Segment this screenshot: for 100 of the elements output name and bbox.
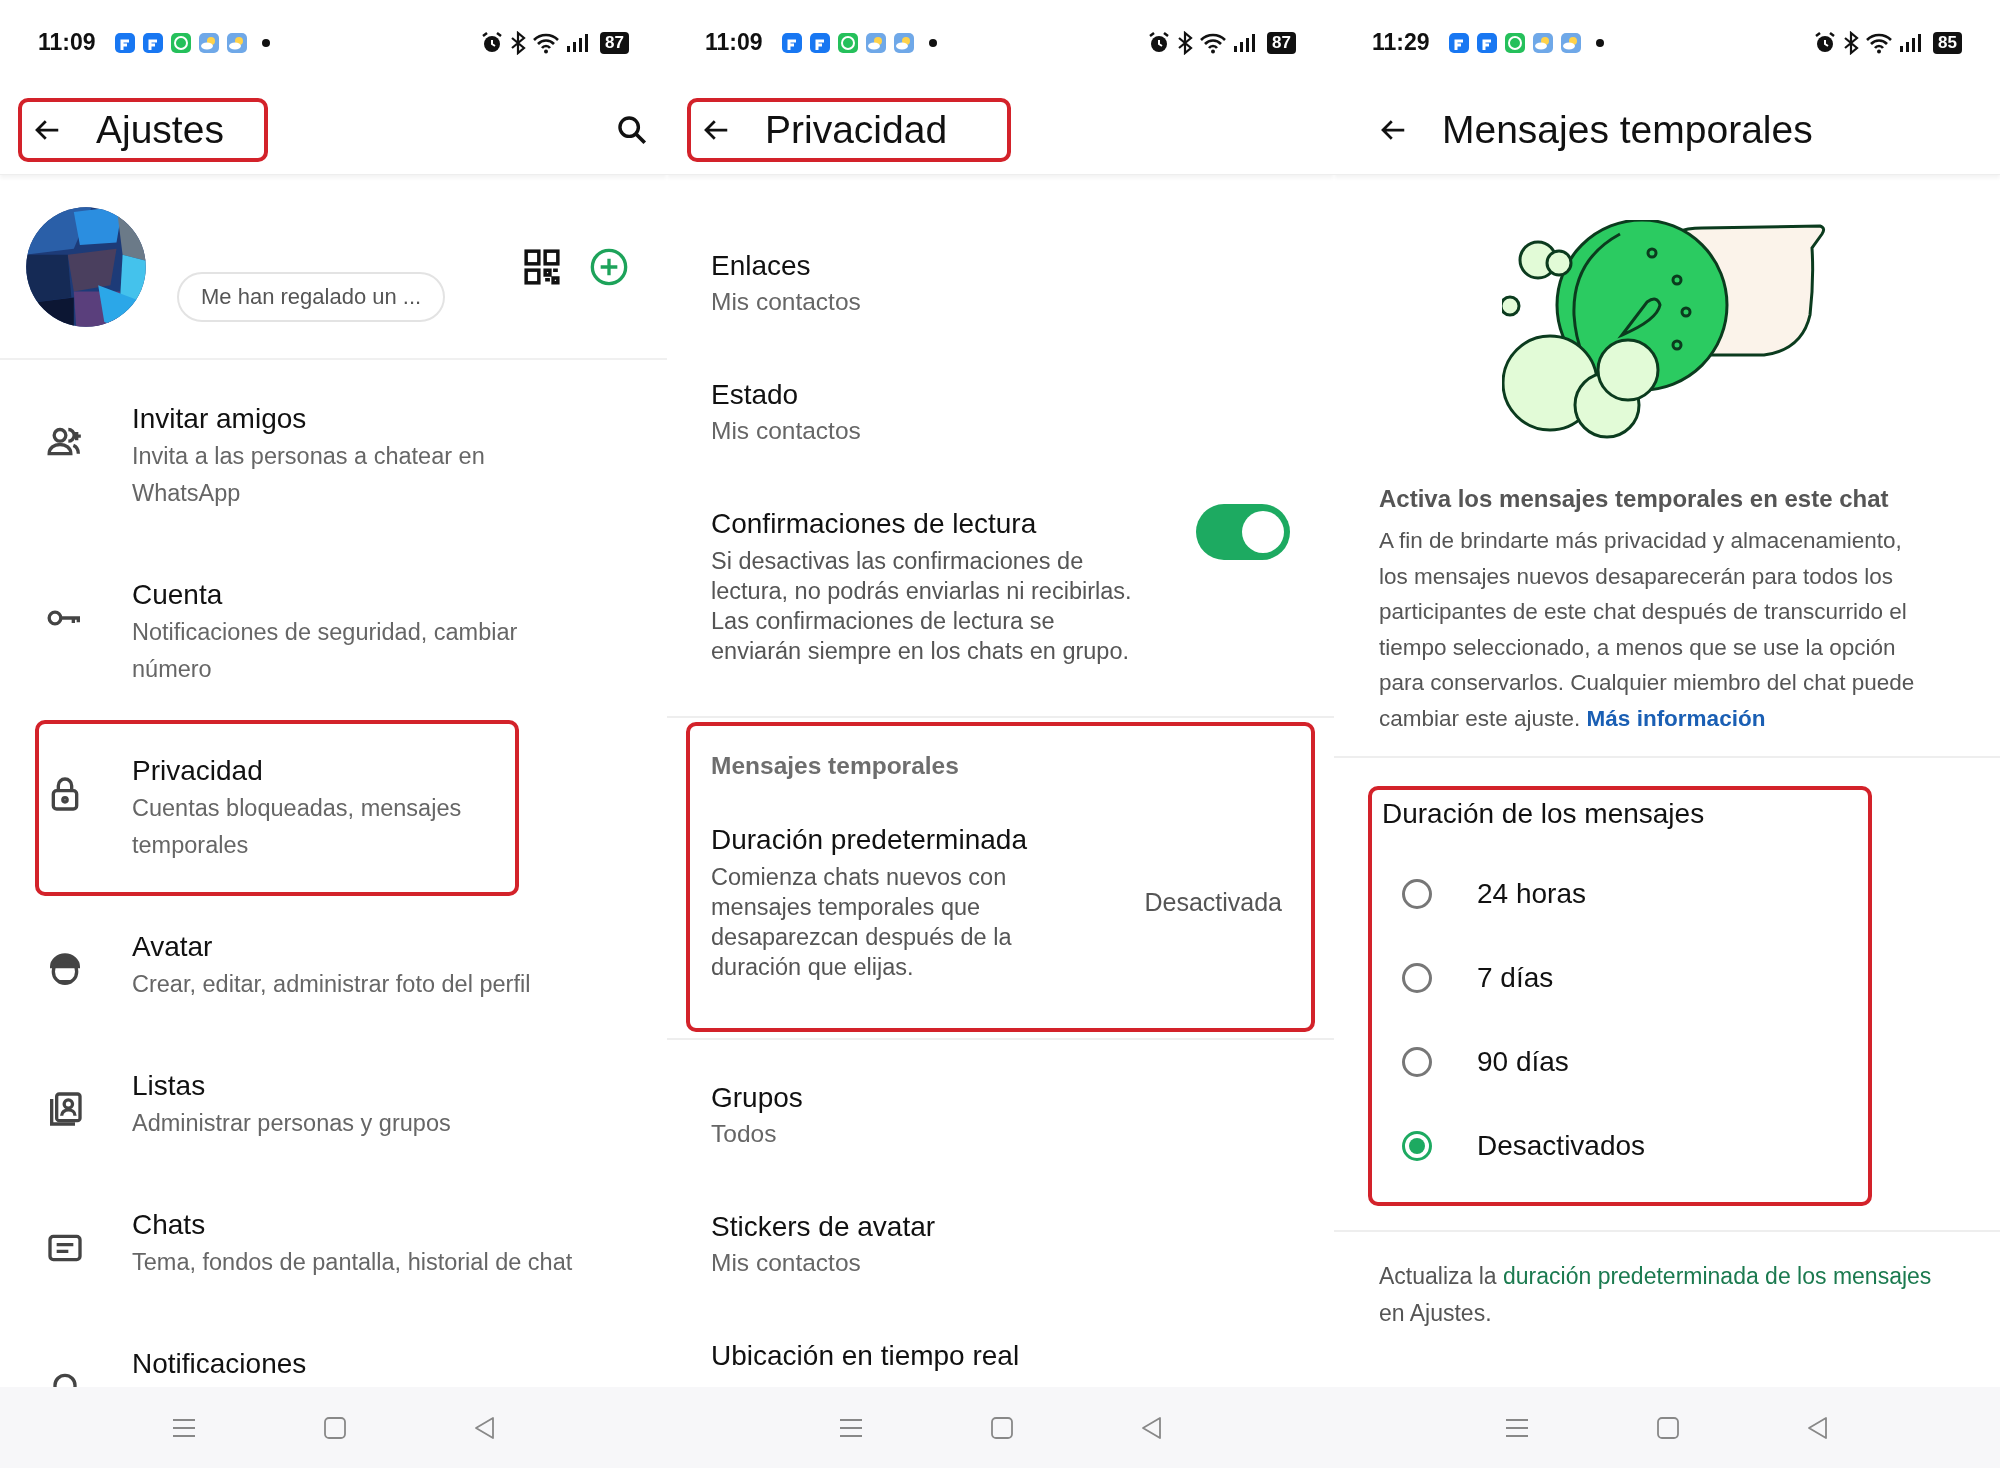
item-title: Invitar amigos xyxy=(132,402,308,436)
signal-icon xyxy=(1899,32,1924,53)
cloud-sun-icon xyxy=(197,31,220,54)
battery-indicator: 85 xyxy=(1933,31,1962,54)
screen-title: Privacidad xyxy=(765,107,948,152)
wifi-icon xyxy=(1865,31,1894,54)
app-notification-icon xyxy=(1475,31,1498,54)
item-title: Avatar xyxy=(132,930,214,964)
item-title: Confirmaciones de lectura xyxy=(711,507,1038,541)
dot-icon xyxy=(1595,38,1604,47)
privacy-item[interactable]: Enlaces Mis contactos xyxy=(667,224,1334,353)
default-duration-link[interactable]: duración predeterminada de los mensajes xyxy=(1503,1263,1932,1289)
option-label: 24 horas xyxy=(1477,878,1586,910)
item-subtitle: Crear, editar, administrar foto del perfil xyxy=(132,970,531,999)
item-description: Si desactivas las confirmaciones de lectura, no podrás enviarlas ni recibirlas. Las confirmaciones de lectura se enviarán siempre en los chats en grupo. xyxy=(711,547,1133,666)
item-subtitle: Invita a las personas a chatear en WhatsApp xyxy=(132,442,486,508)
signal-icon xyxy=(566,32,591,53)
radio-option[interactable]: 7 días xyxy=(1382,936,1868,1020)
settings-item[interactable]: Avatar Crear, editar, administrar foto del perfil xyxy=(35,896,535,1035)
item-value: Desactivada xyxy=(1144,887,1282,917)
chat-app-icon xyxy=(836,31,859,54)
privacy-item[interactable]: Estado Mis contactos xyxy=(667,353,1334,482)
section-heading: Mensajes temporales xyxy=(711,752,960,780)
item-subtitle: Cuentas bloqueadas, mensajes temporales xyxy=(132,794,463,860)
wifi-icon xyxy=(1199,31,1228,54)
item-title: Grupos xyxy=(711,1081,804,1115)
app-notification-icon xyxy=(141,31,164,54)
item-subtitle: Mis contactos xyxy=(711,287,862,317)
item-title: Stickers de avatar xyxy=(711,1210,937,1244)
settings-item[interactable]: Invitar amigos Invita a las personas a chatear en WhatsApp xyxy=(35,368,586,544)
footer-text: Actualiza la duración predeterminada de los mensajes en Ajustes. xyxy=(1334,1230,2000,1332)
chat-app-icon xyxy=(169,31,192,54)
status-time: 11:29 xyxy=(1372,29,1430,56)
app-notification-icon xyxy=(780,31,803,54)
home-icon[interactable] xyxy=(321,1414,348,1441)
item-subtitle: Notificaciones de seguridad, cambiar número xyxy=(132,618,519,684)
item-title: Cuenta xyxy=(132,578,224,612)
privacy-item[interactable]: Duración predeterminada Comienza chats nuevos con mensajes temporales que desaparezcan después de la duración que elijas. Desactivada xyxy=(711,822,1290,982)
more-info-link[interactable]: Más información xyxy=(1586,705,1766,731)
item-title: Enlaces xyxy=(711,249,812,283)
status-time: 11:09 xyxy=(705,29,763,56)
item-description: Comienza chats nuevos con mensajes temporales que desaparezcan después de la duración que elijas. xyxy=(711,863,1013,982)
toggle-switch[interactable] xyxy=(1196,504,1290,560)
bluetooth-icon xyxy=(510,30,527,55)
settings-item[interactable]: Listas Administrar personas y grupos xyxy=(35,1035,455,1174)
status-time: 11:09 xyxy=(38,29,96,56)
description-text: A fin de brindarte más privacidad y almacenamiento, los mensajes nuevos desaparecerán para todos los participantes de este chat después de transcurrido el tiempo seleccionado, a menos que se use la opción para conservarlos. Cualquier miembro del chat puede cambiar este ajuste. Más información xyxy=(1334,523,2000,758)
radio-option[interactable]: 90 días xyxy=(1382,1020,1868,1104)
privacy-item[interactable]: Confirmaciones de lectura Si desactivas las confirmaciones de lectura, no podrás enviarlas ni recibirlas. Las confirmaciones de lectura se enviarán siempre en los chats en grupo. xyxy=(667,482,1334,718)
item-title: Chats xyxy=(132,1208,207,1242)
dot-icon xyxy=(928,38,937,47)
item-title: Notificaciones xyxy=(132,1347,307,1381)
radio-button[interactable] xyxy=(1402,963,1432,993)
cloud-sun-icon xyxy=(892,31,915,54)
bluetooth-icon xyxy=(1177,30,1194,55)
app-notification-icon xyxy=(113,31,136,54)
add-icon[interactable] xyxy=(589,246,629,287)
item-subtitle: Tema, fondos de pantalla, historial de chat xyxy=(132,1248,573,1277)
radio-option[interactable]: 24 horas xyxy=(1382,852,1868,936)
cloud-sun-icon xyxy=(225,31,248,54)
item-subtitle: Mis contactos xyxy=(711,416,862,446)
battery-indicator: 87 xyxy=(600,31,629,54)
dot-icon xyxy=(261,38,270,47)
cloud-sun-icon xyxy=(864,31,887,54)
item-title: Duración predeterminada xyxy=(711,823,1028,857)
item-subtitle: Mis contactos xyxy=(711,1248,862,1278)
settings-item[interactable]: Cuenta Notificaciones de seguridad, cambiar número xyxy=(35,544,586,720)
item-subtitle: Administrar personas y grupos xyxy=(132,1109,451,1138)
home-icon[interactable] xyxy=(1655,1414,1681,1441)
radio-button[interactable] xyxy=(1402,1131,1432,1161)
battery-indicator: 87 xyxy=(1267,31,1296,54)
signal-icon xyxy=(1233,32,1258,53)
screen-title: Mensajes temporales xyxy=(1442,107,1813,152)
radio-button[interactable] xyxy=(1402,879,1432,909)
qr-code-icon[interactable] xyxy=(523,247,561,286)
bluetooth-icon xyxy=(1843,30,1860,55)
status-chip[interactable]: Me han regalado un ... xyxy=(177,271,446,322)
item-title: Listas xyxy=(132,1069,207,1103)
section-heading: Activa los mensajes temporales en este chat xyxy=(1378,485,1890,513)
item-title: Ubicación en tiempo real xyxy=(711,1339,1021,1373)
settings-item[interactable]: Privacidad Cuentas bloqueadas, mensajes temporales xyxy=(35,720,519,896)
settings-item[interactable]: Notificaciones xyxy=(35,1313,311,1387)
privacy-item[interactable]: Ubicación en tiempo real xyxy=(667,1314,1334,1387)
settings-item[interactable]: Chats Tema, fondos de pantalla, historial de chat xyxy=(35,1174,577,1313)
item-title: Privacidad xyxy=(132,754,264,788)
radio-button[interactable] xyxy=(1402,1047,1432,1077)
cloud-sun-icon xyxy=(1531,31,1554,54)
item-subtitle: Todos xyxy=(711,1119,778,1149)
wifi-icon xyxy=(532,31,561,54)
app-notification-icon xyxy=(1447,31,1470,54)
home-icon[interactable] xyxy=(988,1414,1015,1441)
cloud-sun-icon xyxy=(1559,31,1582,54)
option-label: 7 días xyxy=(1477,962,1554,994)
chat-app-icon xyxy=(1503,31,1526,54)
app-notification-icon xyxy=(808,31,831,54)
duration-title: Duración de los mensajes xyxy=(1382,798,1706,830)
option-label: 90 días xyxy=(1477,1046,1569,1078)
privacy-item[interactable]: Stickers de avatar Mis contactos xyxy=(667,1185,1334,1314)
option-label: Desactivados xyxy=(1477,1130,1646,1162)
radio-option[interactable]: Desactivados xyxy=(1382,1104,1868,1188)
